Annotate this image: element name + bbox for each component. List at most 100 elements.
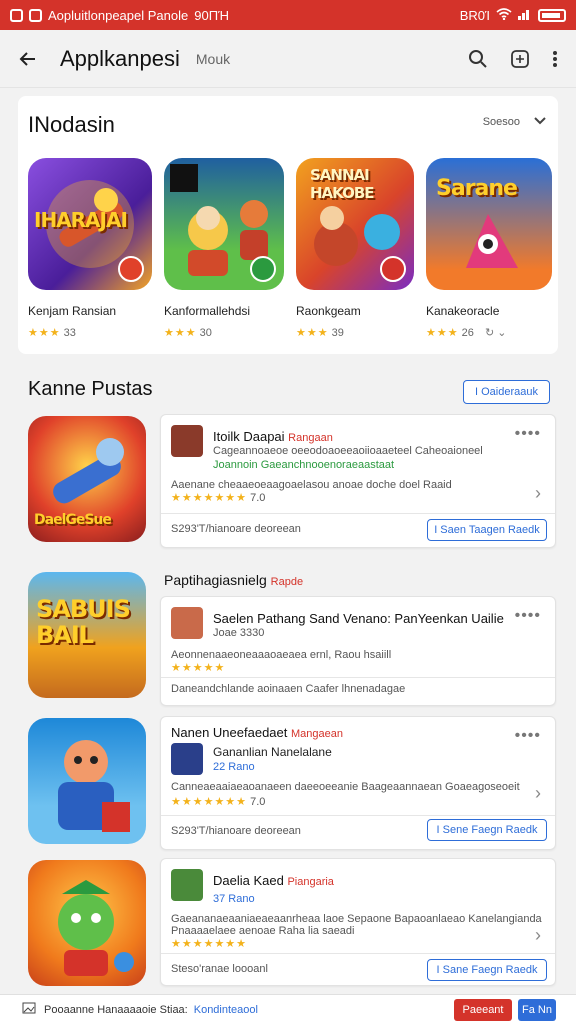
- back-arrow-icon[interactable]: [18, 49, 38, 69]
- featured-app-name: Raonkgeam: [296, 304, 361, 318]
- image-icon: [22, 1002, 36, 1017]
- more-horiz-icon[interactable]: ••••: [515, 727, 541, 745]
- battery-icon: [538, 8, 566, 22]
- app-art-text: SABUIS BAIL: [36, 595, 131, 649]
- bottom-bar-link[interactable]: Kondinteaool: [194, 1004, 258, 1016]
- app-card-line: Gananlian Nanelalane: [213, 745, 332, 759]
- featured-more-label: Soesoo: [482, 116, 520, 128]
- app-card-line: Canneaeaaiaeaoanaeen daeeoeeanie Baageaa…: [171, 781, 520, 793]
- app-thumb-icon: [171, 869, 203, 901]
- page-subtitle: Mouk: [195, 50, 231, 67]
- status-left-text: Aopluitlonpeapel Panole: [48, 7, 189, 23]
- chevron-right-icon[interactable]: ›: [535, 483, 541, 504]
- app-card[interactable]: Itoilk Daapai Rangaan •••• Cageannoaeoe …: [160, 414, 556, 548]
- app-card-tag: Piangaria: [287, 876, 334, 888]
- list-group-label-text: Paptihagiasnielg: [164, 572, 267, 588]
- app-card-footer: Daneandchlande aoinaaen Caafer lhnenadag…: [171, 683, 406, 695]
- star-rating: ★★★★★★★: [171, 492, 248, 504]
- app-card[interactable]: Nanen Uneefaedaet Mangaean •••• Gananlia…: [160, 716, 556, 850]
- app-card-line: Joae 3330: [213, 627, 265, 639]
- app-icon-large[interactable]: SABUIS BAIL: [28, 572, 146, 698]
- app-card-line: 37 Rano: [213, 893, 255, 905]
- featured-app-art-text: IHARAJAI: [34, 208, 128, 232]
- featured-app-art-text: SANNAI HAKOBE: [310, 166, 375, 202]
- divider: [161, 953, 555, 954]
- star-rating: ★★★★★: [171, 662, 226, 674]
- status-bar: Aopluitlonpeapel Panole 90ΠΉ BR0Ί: [0, 0, 576, 30]
- app-thumb-icon: [171, 607, 203, 639]
- app-card-rating-row: ★★★★★★★: [171, 937, 247, 950]
- app-card-action-button[interactable]: I Sane Faegn Raedk: [427, 959, 547, 981]
- more-horiz-icon[interactable]: ••••: [515, 425, 541, 443]
- app-card-title: Saelen Pathang Sand Venano: PanYeenkan U…: [213, 611, 504, 626]
- featured-app-card[interactable]: IHARAJAI Kenjam Ransian ★★★ 33: [28, 158, 152, 339]
- app-card-line: Joannoin Gaeanchnooenoraeaastaat: [213, 459, 395, 471]
- rating-value: 33: [63, 327, 76, 339]
- divider: [161, 677, 555, 678]
- app-card-line: Aaenane cheaaeoeaagoaelasou anoae doche …: [171, 479, 452, 491]
- section-title: Kanne Pustas: [28, 378, 153, 400]
- more-horiz-icon[interactable]: ••••: [515, 607, 541, 625]
- featured-app-rating-row: ★★★ 39: [296, 326, 414, 339]
- app-icon: [29, 8, 42, 22]
- featured-app-card[interactable]: SANNAI HAKOBE Raonkgeam ★★★ 39: [296, 158, 414, 339]
- featured-app-icon: Sarane: [426, 158, 552, 290]
- section-action-button[interactable]: I Oaideraauk: [463, 380, 550, 404]
- app-card-tag: Rangaan: [288, 432, 333, 444]
- app-card-footer: Steso'ranae loooanl: [171, 963, 268, 975]
- featured-section: INodasin Soesoo IHARAJAI Kenjam Ransian …: [18, 96, 558, 354]
- app-art-text: DaelGeSue: [34, 512, 112, 528]
- refresh-icon[interactable]: ↻ ⌄: [485, 327, 507, 339]
- featured-app-rating-row: ★★★ 26 ↻ ⌄: [426, 326, 552, 339]
- app-card-action-button[interactable]: I Sene Faegn Raedk: [427, 819, 547, 841]
- primary-blue-button[interactable]: Fa Nn: [518, 999, 556, 1021]
- app-card-line: Gaeananaeaaniaeaeaanrheaa laoe Sepaone B…: [171, 913, 542, 925]
- app-card-action-button[interactable]: I Saen Taagen Raedk: [427, 519, 547, 541]
- rating-value: 30: [199, 327, 212, 339]
- search-icon[interactable]: [468, 49, 488, 69]
- rating-value: 7.0: [250, 492, 266, 504]
- app-thumb-icon: [171, 743, 203, 775]
- wifi-icon: [496, 7, 512, 23]
- app-card-tag: Mangaean: [291, 728, 343, 740]
- featured-app-rating-row: ★★★ 33: [28, 326, 152, 339]
- star-rating: ★★★: [164, 327, 197, 339]
- chevron-right-icon[interactable]: ›: [535, 925, 541, 946]
- app-icon-large[interactable]: [28, 718, 146, 844]
- app-card[interactable]: Daelia Kaed Piangaria 37 Rano Gaeananaea…: [160, 858, 556, 986]
- star-rating: ★★★★★★★: [171, 938, 248, 950]
- star-rating: ★★★★★★★: [171, 796, 248, 808]
- featured-app-name: Kanakeoracle: [426, 304, 500, 318]
- chevron-right-icon[interactable]: ›: [535, 783, 541, 804]
- app-badge-icon: [380, 256, 406, 282]
- app-card-line: 22 Rano: [213, 761, 255, 773]
- featured-app-card[interactable]: Kanformallehdsi ★★★ 30: [164, 158, 284, 339]
- extension-icon[interactable]: [510, 49, 530, 69]
- featured-app-icon: IHARAJAI: [28, 158, 152, 290]
- star-rating: ★★★: [296, 327, 329, 339]
- app-card-footer: S293'T/hianoare deoreean: [171, 523, 301, 535]
- featured-more[interactable]: Soesoo: [483, 116, 546, 128]
- app-card[interactable]: Saelen Pathang Sand Venano: PanYeenkan U…: [160, 596, 556, 706]
- featured-title: INodasin: [28, 112, 115, 137]
- featured-app-rating-row: ★★★ 30: [164, 326, 284, 339]
- featured-app-card[interactable]: Sarane Kanakeoracle ★★★ 26 ↻ ⌄: [426, 158, 552, 339]
- app-card-rating-row: ★★★★★: [171, 661, 225, 674]
- status-right-text: BR0Ί: [459, 7, 490, 23]
- app-icon-large[interactable]: DaelGeSue: [28, 416, 146, 542]
- app-bar: Applkanpesi Mouk: [0, 30, 576, 88]
- primary-red-button[interactable]: Paeeant: [454, 999, 512, 1021]
- star-rating: ★★★: [426, 327, 459, 339]
- app-card-title: Nanen Uneefaedaet: [171, 725, 288, 740]
- featured-app-name: Kanformallehdsi: [164, 304, 251, 318]
- app-icon-large[interactable]: [28, 860, 146, 986]
- app-card-title-row: Nanen Uneefaedaet Mangaean: [171, 725, 343, 740]
- more-vert-icon[interactable]: [552, 49, 558, 69]
- featured-app-icon: [164, 158, 284, 290]
- status-left-time: 90ΠΉ: [194, 7, 229, 23]
- signal-icon: [518, 8, 532, 23]
- rating-value: 26: [461, 327, 474, 339]
- app-card-rating-row: ★★★★★★★ 7.0: [171, 795, 265, 808]
- app-thumb-icon: [171, 425, 203, 457]
- divider: [161, 815, 555, 816]
